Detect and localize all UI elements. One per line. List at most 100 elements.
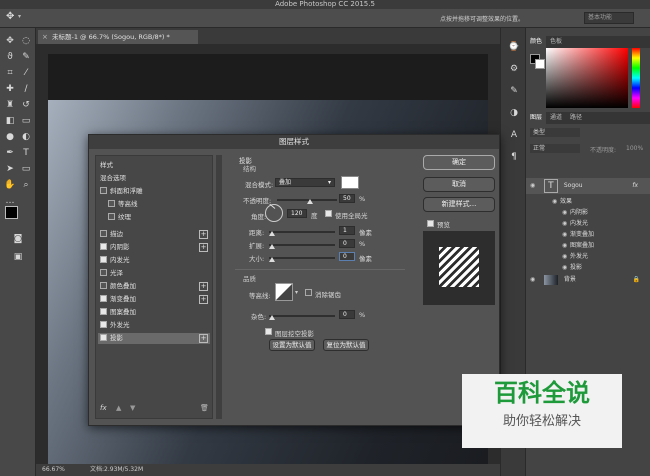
move-down-icon[interactable]: ▼	[130, 404, 135, 412]
eye-icon[interactable]: ◉	[530, 273, 538, 287]
checkbox[interactable]	[100, 334, 107, 341]
style-item[interactable]: 描边 +	[98, 229, 210, 240]
properties-panel-icon[interactable]: ⚙	[507, 62, 521, 76]
hue-slider[interactable]	[632, 48, 640, 108]
checkbox[interactable]	[108, 213, 115, 220]
style-item[interactable]: 内发光	[98, 255, 210, 266]
noise-slider[interactable]	[269, 315, 335, 317]
workspace-select[interactable]: 基本功能	[584, 12, 634, 24]
eraser-tool-icon[interactable]: ◧	[3, 114, 17, 128]
checkbox[interactable]	[100, 282, 107, 289]
style-item[interactable]: 渐变叠加 +	[98, 294, 210, 305]
add-icon[interactable]: +	[199, 282, 208, 291]
global-light-checkbox[interactable]	[325, 210, 332, 217]
chevron-down-icon[interactable]: ▾	[295, 289, 298, 296]
eye-icon[interactable]: ◉	[562, 207, 570, 218]
blend-options-item[interactable]: 混合选项	[98, 173, 210, 184]
layer-effect-row[interactable]: ◉ 渐变叠加	[526, 229, 650, 240]
quick-mask-icon[interactable]: ◙	[11, 232, 25, 246]
layer-row-background[interactable]: ◉ 背景 🔒	[526, 273, 650, 287]
layer-effect-row[interactable]: ◉ 外发光	[526, 251, 650, 262]
layer-effect-row[interactable]: ◉ 投影	[526, 262, 650, 273]
cancel-button[interactable]: 取消	[423, 177, 495, 192]
distance-slider-thumb[interactable]	[269, 231, 275, 236]
style-item[interactable]: 内阴影 +	[98, 242, 210, 253]
noise-input[interactable]: 0	[339, 310, 355, 319]
shadow-color-swatch[interactable]	[341, 176, 359, 189]
zoom-level[interactable]: 66.67%	[42, 464, 65, 476]
brush-tool-icon[interactable]: ∕	[19, 82, 33, 96]
add-icon[interactable]: +	[199, 243, 208, 252]
ok-button[interactable]: 确定	[423, 155, 495, 170]
tab-layers[interactable]: 图层	[526, 112, 547, 124]
fx-icon[interactable]: fx	[632, 178, 638, 194]
new-style-button[interactable]: 新建样式...	[423, 197, 495, 212]
zoom-tool-icon[interactable]: ⌕	[19, 178, 33, 192]
blur-tool-icon[interactable]: ●	[3, 130, 17, 144]
eye-icon[interactable]: ◉	[530, 178, 538, 194]
chevron-down-icon[interactable]: ▾	[18, 13, 21, 20]
move-tool-icon[interactable]: ✥	[6, 11, 14, 22]
spread-slider-thumb[interactable]	[269, 244, 275, 249]
style-item[interactable]: 颜色叠加 +	[98, 281, 210, 292]
spread-input[interactable]: 0	[339, 239, 355, 248]
eye-icon[interactable]: ◉	[562, 229, 570, 240]
color-picker-field[interactable]	[546, 48, 628, 108]
size-input[interactable]: 0	[339, 252, 355, 261]
tab-channels[interactable]: 通道	[546, 112, 566, 124]
noise-slider-thumb[interactable]	[269, 315, 275, 320]
tab-paths[interactable]: 路径	[566, 112, 586, 124]
tab-color[interactable]: 颜色	[526, 36, 547, 48]
eye-icon[interactable]: ◉	[562, 251, 570, 262]
styles-scrollbar[interactable]	[216, 155, 222, 419]
eye-icon[interactable]: ◉	[562, 240, 570, 251]
layer-effects-group[interactable]: ◉ 效果	[526, 196, 650, 207]
add-icon[interactable]: +	[199, 334, 208, 343]
stamp-tool-icon[interactable]: ♜	[3, 98, 17, 112]
style-item[interactable]: 斜面和浮雕	[98, 186, 210, 197]
layer-effect-row[interactable]: ◉ 内发光	[526, 218, 650, 229]
eye-icon[interactable]: ◉	[552, 196, 560, 207]
path-select-tool-icon[interactable]: ➤	[3, 162, 17, 176]
checkbox[interactable]	[100, 269, 107, 276]
distance-slider[interactable]	[269, 231, 335, 233]
add-icon[interactable]: +	[199, 230, 208, 239]
foreground-color-swatch[interactable]	[5, 206, 18, 219]
history-brush-tool-icon[interactable]: ↺	[19, 98, 33, 112]
blend-mode-select[interactable]: 正常	[530, 144, 580, 153]
blend-mode-select[interactable]: 叠加 ▾	[275, 178, 335, 187]
type-tool-icon[interactable]: T	[19, 146, 33, 160]
set-default-button[interactable]: 设置为默认值	[269, 339, 315, 351]
antialias-checkbox[interactable]	[305, 289, 312, 296]
layer-filter-select[interactable]: 类型	[530, 128, 580, 137]
shape-tool-icon[interactable]: ▭	[19, 162, 33, 176]
move-tool-icon[interactable]: ✥	[3, 34, 17, 48]
pen-tool-icon[interactable]: ✒	[3, 146, 17, 160]
eye-icon[interactable]: ◉	[562, 218, 570, 229]
history-panel-icon[interactable]: ⌚	[507, 40, 521, 54]
spread-slider[interactable]	[269, 244, 335, 246]
style-item[interactable]: 纹理	[98, 212, 210, 223]
layer-effect-row[interactable]: ◉ 内阴影	[526, 207, 650, 218]
eyedropper-tool-icon[interactable]: ⁄	[19, 66, 33, 80]
opacity-value[interactable]: 100%	[626, 145, 643, 152]
move-up-icon[interactable]: ▲	[116, 404, 121, 412]
checkbox[interactable]	[108, 200, 115, 207]
layer-effect-row[interactable]: ◉ 图案叠加	[526, 240, 650, 251]
dodge-tool-icon[interactable]: ◐	[19, 130, 33, 144]
opacity-input[interactable]: 50	[339, 194, 355, 203]
distance-input[interactable]: 1	[339, 226, 355, 235]
checkbox[interactable]	[100, 230, 107, 237]
checkbox[interactable]	[100, 187, 107, 194]
quick-select-tool-icon[interactable]: ✎	[19, 50, 33, 64]
paragraph-panel-icon[interactable]: ¶	[507, 150, 521, 164]
lasso-tool-icon[interactable]: ϑ	[3, 50, 17, 64]
adjustments-panel-icon[interactable]: ◑	[507, 106, 521, 120]
panel-background-swatch[interactable]	[535, 59, 545, 69]
knockout-checkbox[interactable]	[265, 328, 272, 335]
size-slider-thumb[interactable]	[269, 257, 275, 262]
screen-mode-icon[interactable]: ▣	[11, 250, 25, 264]
checkbox[interactable]	[100, 243, 107, 250]
eye-icon[interactable]: ◉	[562, 262, 570, 273]
style-item[interactable]: 外发光	[98, 320, 210, 331]
